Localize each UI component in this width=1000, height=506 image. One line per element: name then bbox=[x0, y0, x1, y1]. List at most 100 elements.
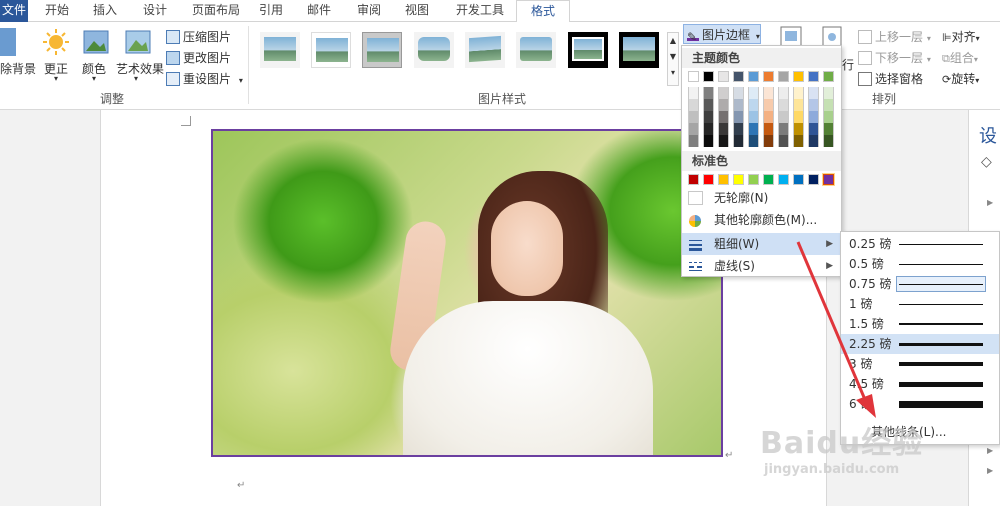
theme-shade-swatch[interactable] bbox=[778, 99, 789, 111]
standard-color-swatch[interactable] bbox=[733, 174, 744, 185]
theme-color-swatch[interactable] bbox=[778, 71, 789, 82]
standard-color-swatch[interactable] bbox=[688, 174, 699, 185]
theme-shade-swatch[interactable] bbox=[748, 111, 759, 123]
tab-file[interactable]: 文件 bbox=[0, 0, 28, 22]
theme-shade-swatch[interactable] bbox=[778, 135, 789, 147]
picture-style-1[interactable] bbox=[260, 32, 300, 68]
theme-shade-swatch[interactable] bbox=[808, 123, 819, 135]
theme-shade-swatch[interactable] bbox=[808, 99, 819, 111]
picture-style-4[interactable] bbox=[414, 32, 454, 68]
theme-shade-swatch[interactable] bbox=[823, 87, 834, 99]
standard-color-swatch[interactable] bbox=[808, 174, 819, 185]
tab-home[interactable]: 开始 bbox=[40, 0, 74, 22]
tab-design[interactable]: 设计 bbox=[138, 0, 172, 22]
theme-shade-swatch[interactable] bbox=[733, 99, 744, 111]
theme-shade-swatch[interactable] bbox=[793, 135, 804, 147]
picture-style-3[interactable] bbox=[362, 32, 402, 68]
picture-style-2[interactable] bbox=[311, 32, 351, 68]
selected-picture[interactable] bbox=[211, 129, 723, 457]
standard-color-swatch[interactable] bbox=[793, 174, 804, 185]
theme-color-swatch[interactable] bbox=[763, 71, 774, 82]
tab-format[interactable]: 格式 bbox=[516, 0, 570, 23]
reset-picture-button[interactable]: 重设图片 ▾ bbox=[166, 70, 243, 87]
theme-color-swatch[interactable] bbox=[688, 71, 699, 82]
theme-shade-swatch[interactable] bbox=[778, 111, 789, 123]
theme-shade-swatch[interactable] bbox=[808, 111, 819, 123]
theme-shade-swatch[interactable] bbox=[793, 111, 804, 123]
artistic-effects-button[interactable]: 艺术效果 bbox=[116, 60, 164, 77]
standard-color-swatch[interactable] bbox=[748, 174, 759, 185]
tab-review[interactable]: 审阅 bbox=[352, 0, 386, 22]
theme-shade-swatch[interactable] bbox=[808, 87, 819, 99]
theme-shade-swatch[interactable] bbox=[823, 111, 834, 123]
theme-shade-swatch[interactable] bbox=[763, 135, 774, 147]
theme-shade-swatch[interactable] bbox=[748, 87, 759, 99]
standard-color-swatch[interactable] bbox=[763, 174, 774, 185]
selection-pane-button[interactable]: 选择窗格 bbox=[858, 70, 923, 87]
theme-shade-swatch[interactable] bbox=[793, 99, 804, 111]
theme-shade-swatch[interactable] bbox=[688, 123, 699, 135]
standard-color-swatch[interactable] bbox=[778, 174, 789, 185]
theme-color-swatch[interactable] bbox=[823, 71, 834, 82]
picture-style-5[interactable] bbox=[465, 32, 505, 68]
theme-shade-swatch[interactable] bbox=[703, 111, 714, 123]
theme-shade-swatch[interactable] bbox=[748, 99, 759, 111]
theme-shade-swatch[interactable] bbox=[733, 111, 744, 123]
group-button[interactable]: ⧉组合▾ bbox=[942, 49, 978, 66]
theme-shade-swatch[interactable] bbox=[718, 99, 729, 111]
theme-shade-swatch[interactable] bbox=[703, 87, 714, 99]
theme-color-swatch[interactable] bbox=[808, 71, 819, 82]
tab-view[interactable]: 视图 bbox=[400, 0, 434, 22]
theme-shade-swatch[interactable] bbox=[823, 135, 834, 147]
standard-color-swatch[interactable] bbox=[822, 173, 835, 186]
no-outline-item[interactable]: 无轮廓(N) bbox=[682, 187, 841, 209]
theme-shade-swatch[interactable] bbox=[793, 123, 804, 135]
more-outline-colors-item[interactable]: 其他轮廓颜色(M)... bbox=[682, 209, 841, 231]
theme-shade-swatch[interactable] bbox=[763, 99, 774, 111]
theme-shade-swatch[interactable] bbox=[688, 87, 699, 99]
picture-border-button[interactable]: ✎ 图片边框 ▾ bbox=[683, 24, 761, 44]
theme-shade-swatch[interactable] bbox=[778, 123, 789, 135]
theme-shade-swatch[interactable] bbox=[733, 123, 744, 135]
theme-shade-swatch[interactable] bbox=[823, 99, 834, 111]
fill-line-icon[interactable]: ◇ bbox=[981, 154, 992, 170]
theme-shade-swatch[interactable] bbox=[748, 135, 759, 147]
theme-color-swatch[interactable] bbox=[703, 71, 714, 82]
theme-shade-swatch[interactable] bbox=[823, 123, 834, 135]
send-backward-button[interactable]: 下移一层 ▾ bbox=[858, 49, 931, 66]
compress-pictures-button[interactable]: 压缩图片 bbox=[166, 28, 231, 45]
theme-shade-swatch[interactable] bbox=[763, 87, 774, 99]
theme-shade-swatch[interactable] bbox=[703, 135, 714, 147]
theme-color-swatch[interactable] bbox=[793, 71, 804, 82]
theme-shade-swatch[interactable] bbox=[748, 123, 759, 135]
standard-color-swatch[interactable] bbox=[718, 174, 729, 185]
change-picture-button[interactable]: 更改图片 bbox=[166, 49, 231, 66]
theme-shade-swatch[interactable] bbox=[733, 135, 744, 147]
picture-style-7[interactable] bbox=[568, 32, 608, 68]
tab-references[interactable]: 引用 bbox=[254, 0, 288, 22]
theme-shade-swatch[interactable] bbox=[793, 87, 804, 99]
theme-shade-swatch[interactable] bbox=[703, 99, 714, 111]
picture-style-6[interactable] bbox=[516, 32, 556, 68]
expand-triangle-icon[interactable]: ▶ bbox=[987, 198, 993, 207]
theme-shade-swatch[interactable] bbox=[688, 111, 699, 123]
theme-shade-swatch[interactable] bbox=[763, 123, 774, 135]
tab-layout[interactable]: 页面布局 bbox=[186, 0, 246, 22]
theme-shade-swatch[interactable] bbox=[733, 87, 744, 99]
bring-forward-button[interactable]: 上移一层 ▾ bbox=[858, 28, 931, 45]
theme-shade-swatch[interactable] bbox=[718, 135, 729, 147]
standard-color-swatch[interactable] bbox=[703, 174, 714, 185]
align-button[interactable]: ⊫对齐▾ bbox=[942, 28, 980, 45]
rotate-button[interactable]: ⟳旋转▾ bbox=[942, 70, 979, 87]
theme-color-swatch[interactable] bbox=[718, 71, 729, 82]
remove-background-button[interactable]: 除背景 bbox=[0, 60, 36, 77]
tab-insert[interactable]: 插入 bbox=[88, 0, 122, 22]
theme-shade-swatch[interactable] bbox=[688, 135, 699, 147]
theme-shade-swatch[interactable] bbox=[808, 135, 819, 147]
theme-color-swatch[interactable] bbox=[733, 71, 744, 82]
theme-shade-swatch[interactable] bbox=[688, 99, 699, 111]
theme-shade-swatch[interactable] bbox=[718, 123, 729, 135]
theme-shade-swatch[interactable] bbox=[703, 123, 714, 135]
theme-shade-swatch[interactable] bbox=[718, 111, 729, 123]
picture-style-8[interactable] bbox=[619, 32, 659, 68]
